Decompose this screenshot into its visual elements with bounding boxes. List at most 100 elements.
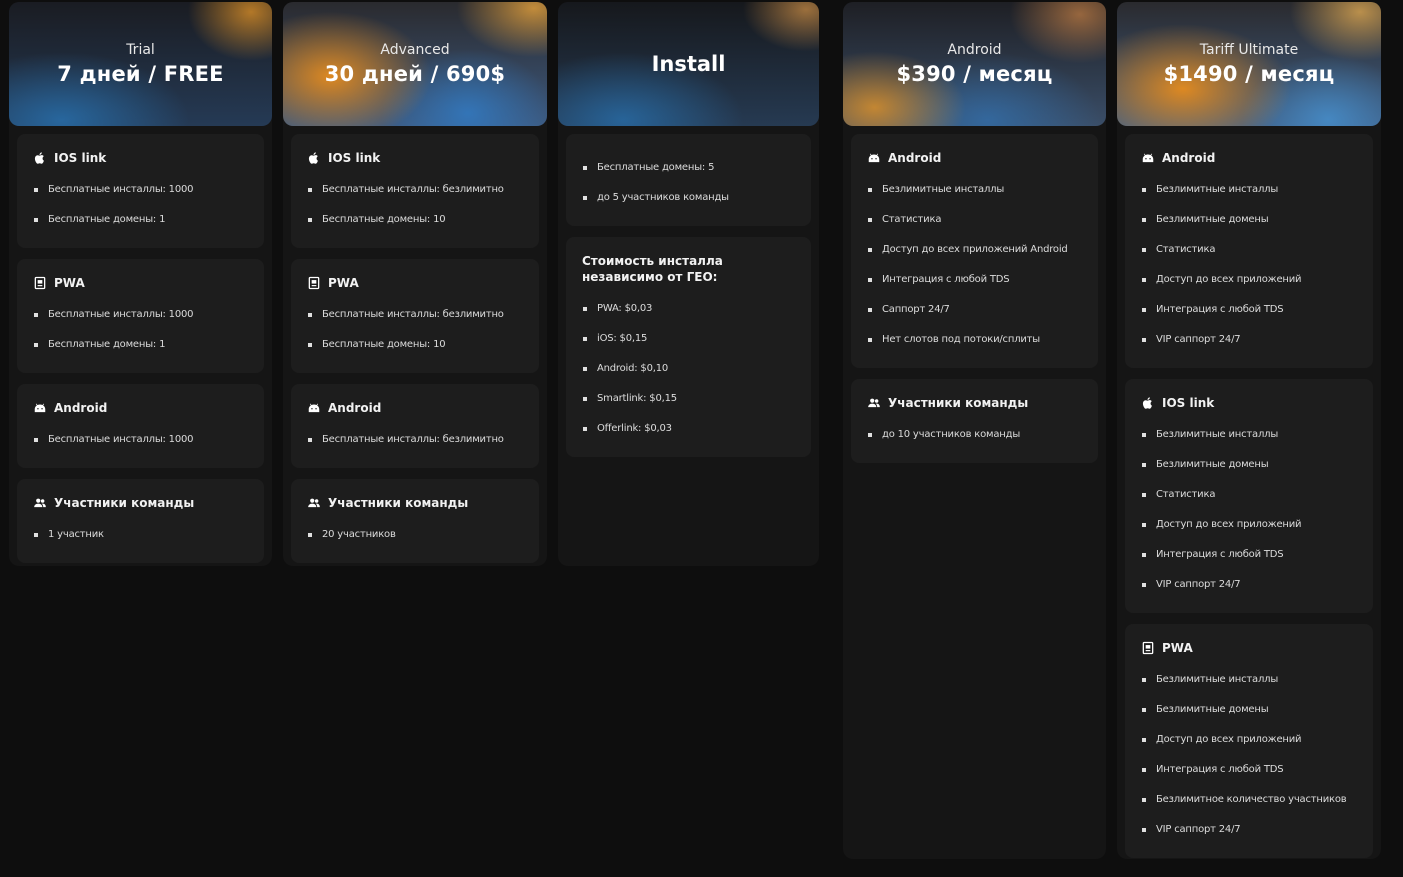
apple-icon xyxy=(307,151,321,165)
list-item: Интеграция с любой TDS xyxy=(1141,760,1357,790)
list-item: Offerlink: $0,03 xyxy=(582,419,795,449)
list-item: Бесплатные домены: 10 xyxy=(307,335,523,365)
list-item: Доступ до всех приложений xyxy=(1141,515,1357,545)
team-icon xyxy=(867,396,881,410)
plan-name: Install xyxy=(651,52,726,76)
list-item: Бесплатные домены: 1 xyxy=(33,210,248,240)
feature-block-team: Участники команды до 10 участников коман… xyxy=(851,379,1098,463)
feature-block-android: Android Бесплатные инсталлы: 1000 xyxy=(17,384,264,468)
list-item: Бесплатные инсталлы: безлимитно xyxy=(307,180,523,210)
plan-header-android[interactable]: Android $390 / месяц xyxy=(843,2,1106,126)
block-title: PWA xyxy=(328,276,359,290)
list-item: Бесплатные инсталлы: 1000 xyxy=(33,305,248,335)
block-title: Стоимость инсталла независимо от ГЕО: xyxy=(582,254,723,284)
block-title: Android xyxy=(54,401,108,415)
plan-card-advanced: Advanced 30 дней / 690$ IOS link Бесплат… xyxy=(283,2,547,566)
list-item: Интеграция с любой TDS xyxy=(1141,545,1357,575)
block-title: PWA xyxy=(54,276,85,290)
block-title: Android xyxy=(328,401,382,415)
feature-block-android: Android Бесплатные инсталлы: безлимитно xyxy=(291,384,539,468)
list-item: Бесплатные инсталлы: безлимитно xyxy=(307,430,523,460)
plan-name: Trial xyxy=(126,42,155,58)
list-item: Безлимитные инсталлы xyxy=(1141,425,1357,455)
plan-price: 7 дней / FREE xyxy=(57,62,224,86)
list-item: Бесплатные домены: 10 xyxy=(307,210,523,240)
list-item: Статистика xyxy=(1141,485,1357,515)
plan-price: $1490 / месяц xyxy=(1163,62,1335,86)
list-item: Android: $0,10 xyxy=(582,359,795,389)
feature-block-ios: IOS link Бесплатные инсталлы: безлимитно… xyxy=(291,134,539,248)
apple-icon xyxy=(1141,396,1155,410)
plan-card-trial: Trial 7 дней / FREE IOS link Бесплатные … xyxy=(9,2,272,566)
list-item: Нет слотов под потоки/сплиты xyxy=(867,330,1082,360)
list-item: до 10 участников команды xyxy=(867,425,1082,455)
pwa-icon xyxy=(1141,641,1155,655)
list-item: Безлимитные домены xyxy=(1141,700,1357,730)
list-item: Доступ до всех приложений xyxy=(1141,270,1357,300)
android-icon xyxy=(1141,151,1155,165)
list-item: Статистика xyxy=(1141,240,1357,270)
list-item: Бесплатные домены: 5 xyxy=(582,158,795,188)
block-title: Android xyxy=(888,151,942,165)
list-item: PWA: $0,03 xyxy=(582,299,795,329)
list-item: VIP саппорт 24/7 xyxy=(1141,820,1357,850)
feature-block-pwa: PWA Бесплатные инсталлы: 1000 Бесплатные… xyxy=(17,259,264,373)
plan-card-ultimate: Tariff Ultimate $1490 / месяц Android Бе… xyxy=(1117,2,1381,859)
feature-block-team: Участники команды 1 участник xyxy=(17,479,264,563)
list-item: Доступ до всех приложений xyxy=(1141,730,1357,760)
list-item: Безлимитные домены xyxy=(1141,455,1357,485)
block-title: Участники команды xyxy=(54,496,195,510)
pwa-icon xyxy=(33,276,47,290)
plan-price: $390 / месяц xyxy=(896,62,1053,86)
list-item: Бесплатные инсталлы: безлимитно xyxy=(307,305,523,335)
plan-header-trial[interactable]: Trial 7 дней / FREE xyxy=(9,2,272,126)
list-item: Безлимитное количество участников xyxy=(1141,790,1357,820)
list-item: Бесплатные инсталлы: 1000 xyxy=(33,430,248,460)
feature-block-android: Android Безлимитные инсталлы Статистика … xyxy=(851,134,1098,368)
list-item: Саппорт 24/7 xyxy=(867,300,1082,330)
list-item: VIP саппорт 24/7 xyxy=(1141,575,1357,605)
list-item: 1 участник xyxy=(33,525,248,555)
list-item: Доступ до всех приложений Android xyxy=(867,240,1082,270)
plan-header-advanced[interactable]: Advanced 30 дней / 690$ xyxy=(283,2,547,126)
list-item: VIP саппорт 24/7 xyxy=(1141,330,1357,360)
list-item: Бесплатные инсталлы: 1000 xyxy=(33,180,248,210)
plan-header-install[interactable]: Install xyxy=(558,2,819,126)
feature-block-pwa: PWA Бесплатные инсталлы: безлимитно Бесп… xyxy=(291,259,539,373)
feature-block-android: Android Безлимитные инсталлы Безлимитные… xyxy=(1125,134,1373,368)
android-icon xyxy=(307,401,321,415)
android-icon xyxy=(867,151,881,165)
plan-card-install: Install Бесплатные домены: 5 до 5 участн… xyxy=(558,2,819,566)
block-title: Участники команды xyxy=(328,496,469,510)
feature-block-pwa: PWA Безлимитные инсталлы Безлимитные дом… xyxy=(1125,624,1373,858)
list-item: до 5 участников команды xyxy=(582,188,795,218)
block-title: IOS link xyxy=(1162,396,1215,410)
feature-block-geo-pricing: Стоимость инсталла независимо от ГЕО: PW… xyxy=(566,237,811,457)
feature-block-general: Бесплатные домены: 5 до 5 участников ком… xyxy=(566,134,811,226)
team-icon xyxy=(307,496,321,510)
plan-card-android: Android $390 / месяц Android Безлимитные… xyxy=(843,2,1106,859)
block-title: PWA xyxy=(1162,641,1193,655)
list-item: 20 участников xyxy=(307,525,523,555)
feature-block-ios: IOS link Безлимитные инсталлы Безлимитны… xyxy=(1125,379,1373,613)
plan-price: 30 дней / 690$ xyxy=(324,62,506,86)
block-title: IOS link xyxy=(328,151,381,165)
list-item: iOS: $0,15 xyxy=(582,329,795,359)
list-item: Интеграция с любой TDS xyxy=(1141,300,1357,330)
plan-name: Advanced xyxy=(380,42,450,58)
block-title: IOS link xyxy=(54,151,107,165)
list-item: Безлимитные домены xyxy=(1141,210,1357,240)
apple-icon xyxy=(33,151,47,165)
plan-header-ultimate[interactable]: Tariff Ultimate $1490 / месяц xyxy=(1117,2,1381,126)
list-item: Безлимитные инсталлы xyxy=(1141,670,1357,700)
team-icon xyxy=(33,496,47,510)
block-title: Android xyxy=(1162,151,1216,165)
list-item: Статистика xyxy=(867,210,1082,240)
feature-block-ios: IOS link Бесплатные инсталлы: 1000 Беспл… xyxy=(17,134,264,248)
plan-name: Tariff Ultimate xyxy=(1199,42,1299,58)
list-item: Бесплатные домены: 1 xyxy=(33,335,248,365)
android-icon xyxy=(33,401,47,415)
list-item: Smartlink: $0,15 xyxy=(582,389,795,419)
list-item: Интеграция с любой TDS xyxy=(867,270,1082,300)
plan-name: Android xyxy=(947,42,1002,58)
